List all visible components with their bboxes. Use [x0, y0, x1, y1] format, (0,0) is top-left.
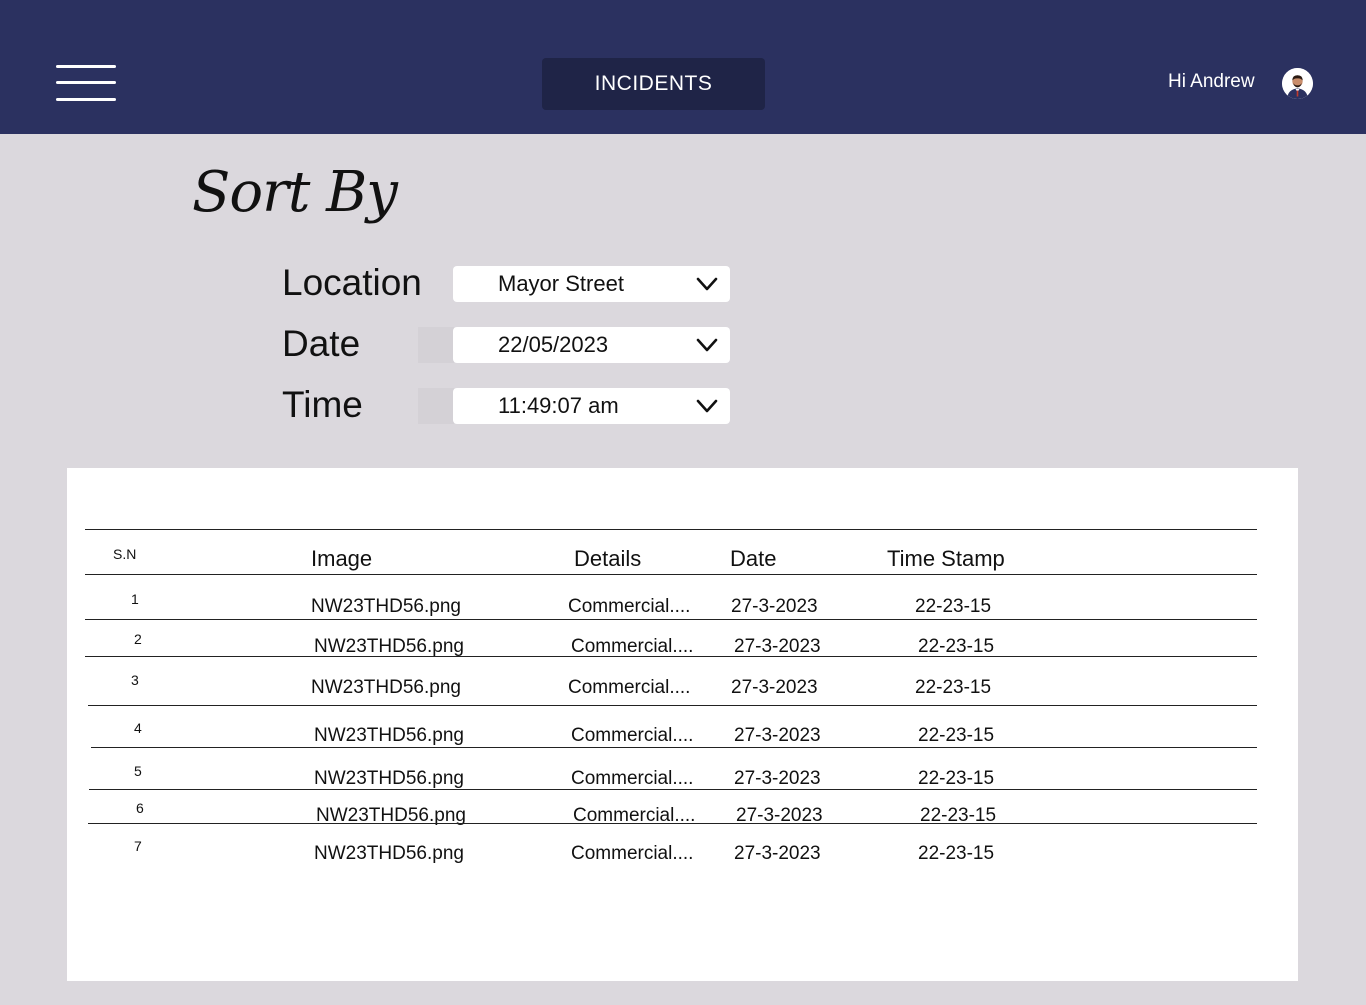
time-value: 11:49:07 am	[498, 393, 619, 418]
row-time-stamp: 22-23-15	[918, 843, 995, 864]
row-image-link[interactable]: NW23THD56.png	[314, 843, 464, 865]
row-sn: 3	[131, 672, 139, 688]
row-time-stamp: 22-23-15	[915, 596, 992, 617]
date-label: Date	[282, 323, 361, 364]
row-details: Commercial....	[568, 596, 691, 617]
chevron-down-icon	[696, 338, 718, 352]
row-time-stamp: 22-23-15	[918, 768, 995, 789]
hamburger-menu-icon[interactable]	[56, 64, 116, 102]
incidents-table-panel: S.N Image Details Date Time Stamp 1 NW23T…	[67, 468, 1298, 981]
column-header-date[interactable]: Date	[730, 546, 776, 572]
sort-by-heading: Sort By	[192, 160, 398, 225]
row-sn: 7	[134, 838, 142, 854]
row-date: 27-3-2023	[734, 636, 821, 657]
row-sn: 6	[136, 800, 144, 816]
row-sn: 1	[131, 591, 139, 607]
row-sn: 2	[134, 631, 142, 647]
time-filter-tile	[418, 388, 454, 424]
column-header-sn: S.N	[113, 546, 137, 562]
table-header-rule	[85, 574, 1257, 575]
row-date: 27-3-2023	[731, 596, 818, 617]
row-image-link[interactable]: NW23THD56.png	[314, 768, 464, 790]
row-time-stamp: 22-23-15	[918, 725, 995, 746]
app-header: INCIDENTS Hi Andrew	[0, 0, 1366, 134]
row-divider	[91, 747, 1257, 748]
row-date: 27-3-2023	[731, 677, 818, 698]
column-header-image[interactable]: Image	[311, 546, 372, 572]
row-divider	[89, 789, 1257, 790]
row-divider	[85, 619, 1257, 620]
row-details: Commercial....	[568, 677, 691, 698]
row-sn: 4	[134, 720, 142, 736]
user-avatar-icon[interactable]	[1282, 68, 1313, 99]
row-image-link[interactable]: NW23THD56.png	[314, 725, 464, 747]
row-divider	[85, 656, 1257, 657]
time-dropdown[interactable]: 11:49:07 am	[453, 388, 730, 424]
row-image-link[interactable]: NW23THD56.png	[311, 596, 461, 618]
row-details: Commercial....	[571, 843, 694, 864]
date-value: 22/05/2023	[498, 332, 609, 357]
row-divider	[88, 705, 1257, 706]
row-date: 27-3-2023	[734, 843, 821, 864]
row-time-stamp: 22-23-15	[918, 636, 995, 657]
row-sn: 5	[134, 763, 142, 779]
row-date: 27-3-2023	[734, 768, 821, 789]
row-details: Commercial....	[571, 636, 694, 657]
chevron-down-icon	[696, 399, 718, 413]
date-filter-tile	[418, 327, 454, 363]
user-greeting: Hi Andrew	[1168, 71, 1255, 92]
row-image-link[interactable]: NW23THD56.png	[314, 636, 464, 658]
page-title-button[interactable]: INCIDENTS	[542, 58, 765, 110]
row-image-link[interactable]: NW23THD56.png	[311, 677, 461, 699]
row-details: Commercial....	[571, 725, 694, 746]
table-top-rule	[85, 529, 1257, 530]
location-label: Location	[282, 262, 422, 303]
location-dropdown[interactable]: Mayor Street	[453, 266, 730, 302]
location-value: Mayor Street	[498, 271, 624, 296]
row-divider	[88, 823, 1257, 824]
column-header-details[interactable]: Details	[574, 546, 641, 572]
row-date: 27-3-2023	[734, 725, 821, 746]
chevron-down-icon	[696, 277, 718, 291]
time-label: Time	[282, 384, 363, 425]
row-time-stamp: 22-23-15	[915, 677, 992, 698]
column-header-time-stamp[interactable]: Time Stamp	[887, 546, 1005, 572]
date-dropdown[interactable]: 22/05/2023	[453, 327, 730, 363]
row-details: Commercial....	[571, 768, 694, 789]
